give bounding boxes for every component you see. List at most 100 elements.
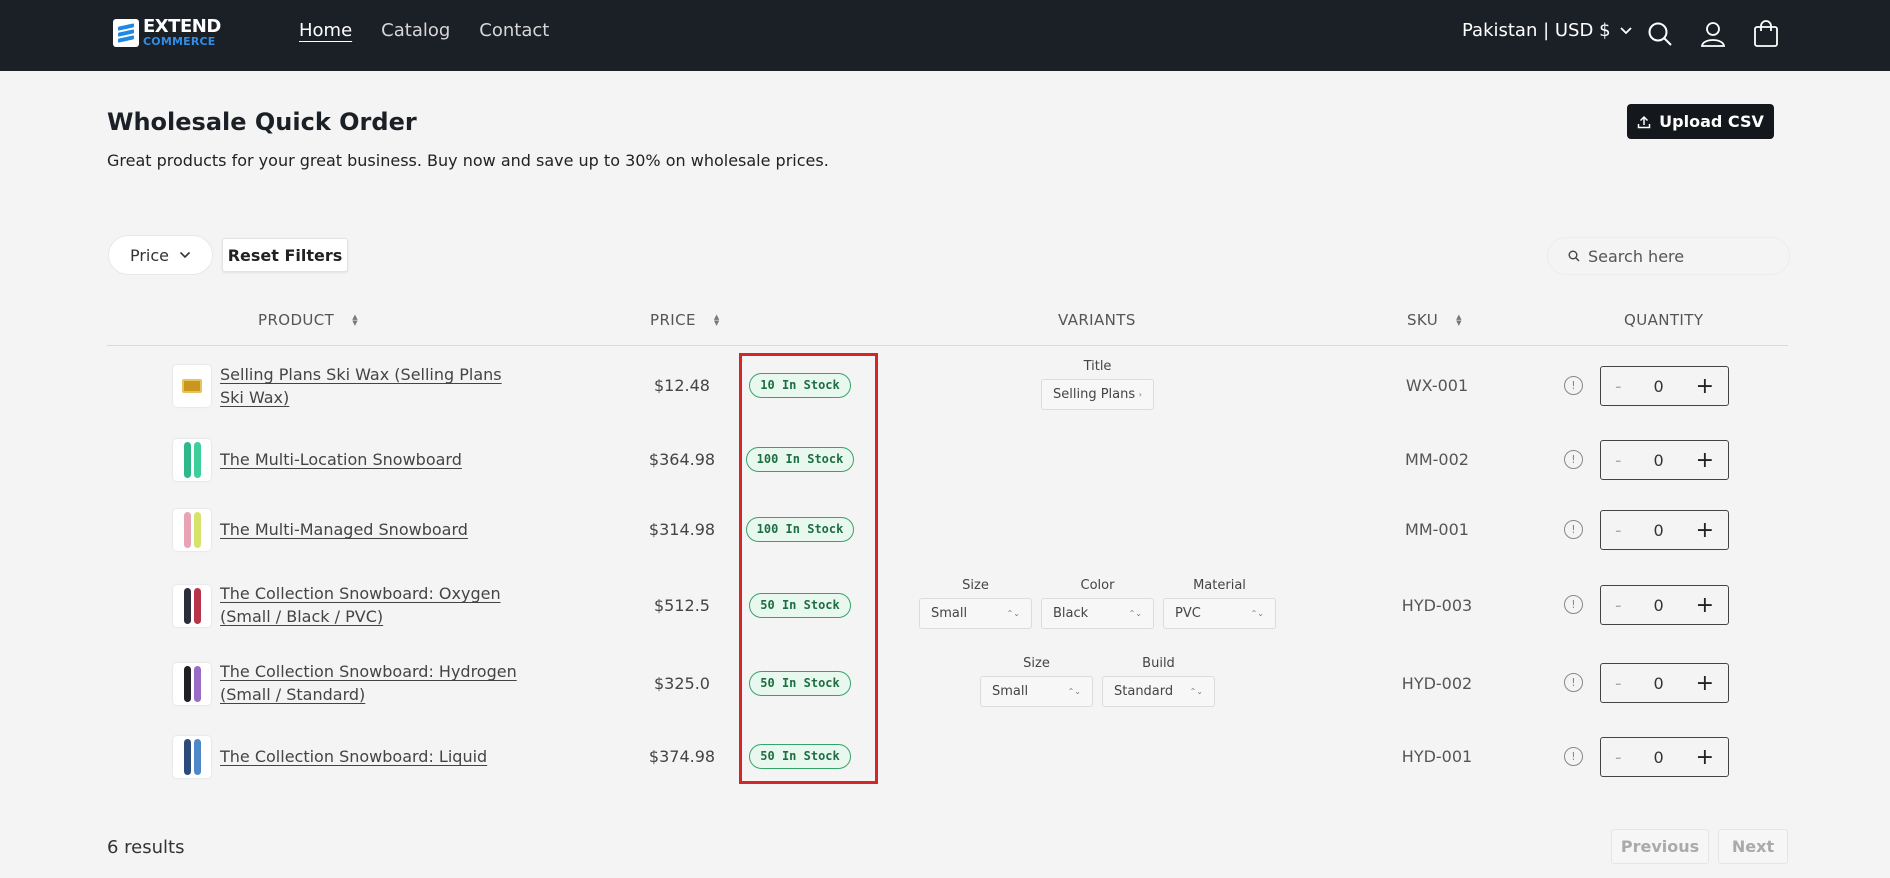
product-price: $314.98 (648, 520, 716, 539)
column-header-product[interactable]: PRODUCT ▲ ▼ (258, 311, 358, 329)
product-sku: HYD-001 (1401, 747, 1473, 766)
info-icon[interactable]: ! (1564, 747, 1583, 766)
product-price: $374.98 (648, 747, 716, 766)
chevron-down-icon (1619, 26, 1632, 34)
info-icon[interactable]: ! (1564, 595, 1583, 614)
product-thumbnail[interactable] (173, 509, 211, 551)
variant-size: Size Small ⌃⌄ (980, 656, 1093, 707)
page-subtitle: Great products for your great business. … (107, 151, 829, 170)
info-icon[interactable]: ! (1564, 376, 1583, 395)
quantity-stepper[interactable]: - 0 + (1600, 440, 1729, 480)
search-icon[interactable] (1645, 19, 1675, 49)
stock-column-highlight (739, 353, 878, 784)
quantity-decrease-button[interactable]: - (1615, 673, 1622, 694)
quantity-increase-button[interactable]: + (1696, 448, 1714, 473)
table-row: The Collection Snowboard: Oxygen (Small /… (107, 574, 1788, 634)
variant-material: Material PVC ⌃⌄ (1163, 578, 1276, 629)
variant-size-select[interactable]: Small ⌃⌄ (980, 676, 1093, 707)
upload-icon (1637, 115, 1651, 128)
product-name-link[interactable]: The Collection Snowboard: Hydrogen (Small… (220, 660, 540, 706)
nav-home[interactable]: Home (299, 20, 352, 41)
quantity-decrease-button[interactable]: - (1615, 520, 1622, 541)
table-row: Selling Plans Ski Wax (Selling Plans Ski … (107, 356, 1788, 416)
product-thumbnail[interactable] (173, 663, 211, 705)
quantity-stepper[interactable]: - 0 + (1600, 585, 1729, 625)
product-thumbnail[interactable] (173, 585, 211, 627)
variant-title: Title Selling Plans › (1041, 359, 1154, 410)
quantity-value[interactable]: 0 (1653, 596, 1663, 615)
product-name-link[interactable]: The Multi-Managed Snowboard (220, 518, 540, 541)
quantity-stepper[interactable]: - 0 + (1600, 737, 1729, 777)
chevron-down-icon (179, 251, 191, 259)
quantity-value[interactable]: 0 (1653, 451, 1663, 470)
column-header-quantity: QUANTITY (1624, 311, 1704, 329)
previous-page-button[interactable]: Previous (1611, 829, 1709, 864)
quantity-decrease-button[interactable]: - (1615, 747, 1622, 768)
country-currency-selector[interactable]: Pakistan | USD $ (1462, 20, 1633, 41)
quantity-increase-button[interactable]: + (1696, 671, 1714, 696)
cart-icon[interactable] (1751, 19, 1781, 49)
table-row: The Multi-Location Snowboard $364.98 100… (107, 430, 1788, 490)
nav-catalog[interactable]: Catalog (381, 20, 450, 41)
main-nav: Home Catalog Contact (299, 20, 549, 41)
quantity-increase-button[interactable]: + (1696, 593, 1714, 618)
variant-material-select[interactable]: PVC ⌃⌄ (1163, 598, 1276, 629)
quantity-increase-button[interactable]: + (1696, 745, 1714, 770)
quantity-decrease-button[interactable]: - (1615, 450, 1622, 471)
info-icon[interactable]: ! (1564, 673, 1583, 692)
extend-commerce-logo[interactable]: EXTEND COMMERCE (113, 18, 221, 47)
variant-color-select[interactable]: Black ⌃⌄ (1041, 598, 1154, 629)
price-filter-dropdown[interactable]: Price (108, 235, 213, 275)
logo-icon (113, 18, 139, 47)
quantity-stepper[interactable]: - 0 + (1600, 663, 1729, 703)
quantity-stepper[interactable]: - 0 + (1600, 510, 1729, 550)
quantity-value[interactable]: 0 (1653, 674, 1663, 693)
product-thumbnail[interactable] (173, 736, 211, 778)
variant-size-select[interactable]: Small ⌃⌄ (919, 598, 1032, 629)
quantity-value[interactable]: 0 (1653, 377, 1663, 396)
logo-text-extend: EXTEND (143, 16, 221, 37)
quantity-decrease-button[interactable]: - (1615, 376, 1622, 397)
table-header-divider (107, 345, 1788, 346)
variant-title-select[interactable]: Selling Plans › (1041, 379, 1154, 410)
column-header-variants: VARIANTS (1058, 311, 1136, 329)
sort-icon: ▲ ▼ (1456, 313, 1462, 327)
next-page-button[interactable]: Next (1718, 829, 1788, 864)
quantity-value[interactable]: 0 (1653, 748, 1663, 767)
product-price: $325.0 (654, 674, 710, 693)
sort-icon: ▲ ▼ (352, 313, 359, 327)
quantity-increase-button[interactable]: + (1696, 518, 1714, 543)
page-title: Wholesale Quick Order (107, 108, 417, 136)
product-price: $364.98 (648, 450, 716, 469)
product-sku: HYD-003 (1401, 596, 1473, 615)
quantity-decrease-button[interactable]: - (1615, 595, 1622, 616)
quantity-value[interactable]: 0 (1653, 521, 1663, 540)
product-name-link[interactable]: Selling Plans Ski Wax (Selling Plans Ski … (220, 363, 540, 409)
top-navigation-bar: EXTEND COMMERCE Home Catalog Contact Pak… (0, 0, 1890, 71)
column-header-price[interactable]: PRICE ▲ ▼ (650, 311, 720, 329)
upload-csv-button[interactable]: Upload CSV (1627, 104, 1774, 139)
reset-filters-button[interactable]: Reset Filters (222, 238, 348, 272)
variant-build-select[interactable]: Standard ⌃⌄ (1102, 676, 1215, 707)
logo-text-commerce: COMMERCE (143, 35, 216, 48)
search-icon (1568, 250, 1580, 262)
search-input[interactable] (1588, 246, 1768, 266)
quantity-stepper[interactable]: - 0 + (1600, 366, 1729, 406)
product-name-link[interactable]: The Collection Snowboard: Liquid (220, 745, 540, 768)
account-icon[interactable] (1698, 19, 1728, 49)
product-thumbnail[interactable] (173, 365, 211, 407)
quantity-increase-button[interactable]: + (1696, 374, 1714, 399)
table-row: The Collection Snowboard: Liquid $374.98… (107, 727, 1788, 787)
table-row: The Multi-Managed Snowboard $314.98 100 … (107, 500, 1788, 560)
nav-contact[interactable]: Contact (479, 20, 549, 41)
product-name-link[interactable]: The Multi-Location Snowboard (220, 448, 540, 471)
info-icon[interactable]: ! (1564, 450, 1583, 469)
price-filter-label: Price (129, 245, 170, 265)
info-icon[interactable]: ! (1564, 520, 1583, 539)
variant-build: Build Standard ⌃⌄ (1102, 656, 1215, 707)
locale-label: Pakistan | USD $ (1462, 20, 1611, 41)
upload-csv-label: Upload CSV (1659, 112, 1764, 131)
column-header-sku[interactable]: SKU ▲ ▼ (1407, 311, 1462, 329)
product-name-link[interactable]: The Collection Snowboard: Oxygen (Small /… (220, 582, 540, 628)
product-thumbnail[interactable] (173, 439, 211, 481)
